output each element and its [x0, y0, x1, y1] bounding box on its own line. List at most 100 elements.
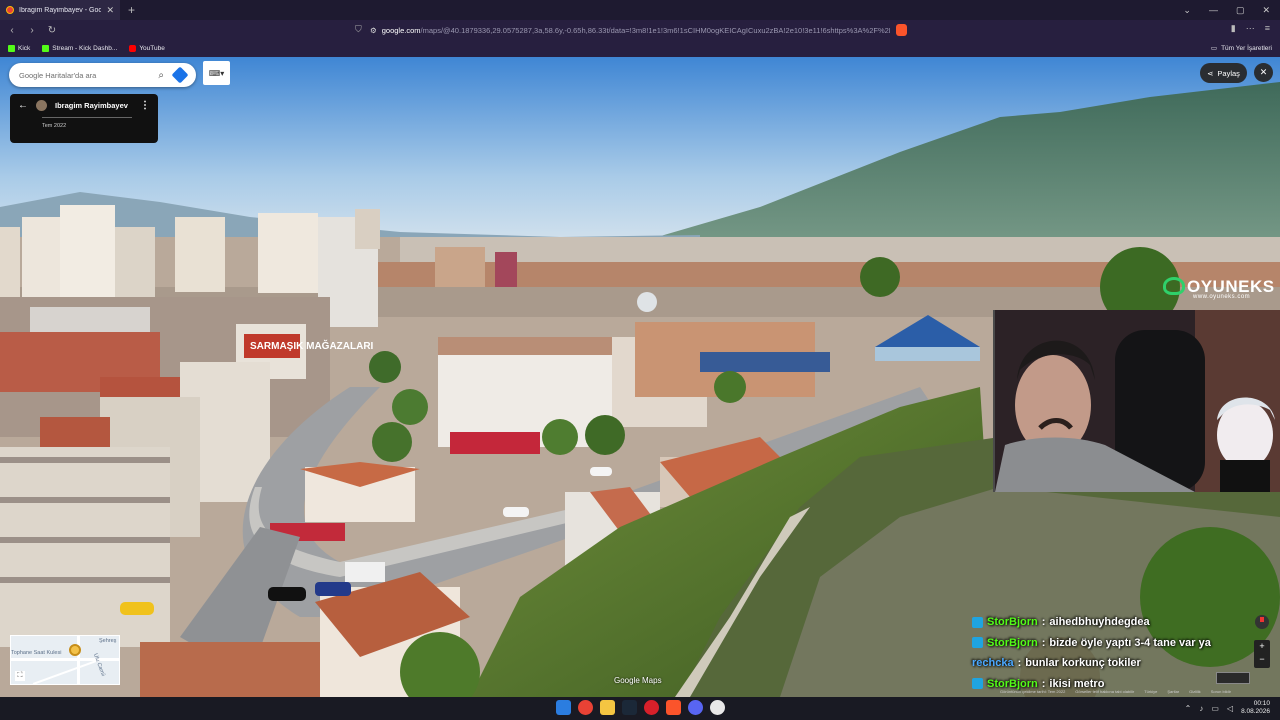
bookmark-label: Kick — [18, 45, 31, 52]
more-options-icon[interactable]: ⋮ — [140, 100, 150, 111]
avatar[interactable] — [36, 100, 47, 111]
bookmark-label: YouTube — [139, 45, 165, 52]
opera-icon[interactable] — [644, 700, 659, 715]
map-road — [11, 658, 119, 661]
tray-chevron-icon[interactable]: ⌃ — [1185, 704, 1192, 713]
clock-time: 00:10 — [1253, 700, 1270, 707]
keyboard-icon: ⌨▾ — [208, 68, 225, 78]
expand-map-icon[interactable]: ⛶ — [15, 671, 25, 681]
sponsor-logo: OYUNEKS www.oyuneks.com — [1163, 277, 1275, 300]
discord-icon[interactable] — [688, 700, 703, 715]
chat-message: StorBjorn : aihedbhuyhdegdea — [972, 612, 1232, 633]
contributor-card: ← Ibragim Rayimbayev ⋮ Tem 2022 — [10, 94, 158, 143]
close-window-icon[interactable]: ✕ — [1262, 5, 1270, 16]
brave-shields-icon[interactable] — [896, 24, 907, 36]
extensions-icon[interactable]: ⋯ — [1246, 23, 1255, 34]
maximize-icon[interactable]: ▢ — [1236, 5, 1245, 16]
contributor-name[interactable]: Ibragim Rayimbayev — [55, 101, 128, 110]
volume-icon[interactable]: ◁ — [1227, 704, 1233, 713]
zoom-out-icon[interactable]: − — [1254, 653, 1270, 666]
chat-message: StorBjorn : ikisi metro — [972, 674, 1232, 695]
system-clock[interactable]: 00:10 8.08.2026 — [1241, 700, 1270, 716]
site-info-icon[interactable]: ⚙ — [370, 26, 377, 35]
compass-icon[interactable] — [1255, 615, 1269, 629]
url-path: /maps/@40.1879336,29.0575287,3a,58.6y,-0… — [420, 25, 890, 35]
chat-message: rechcka : bunlar korkunç tokiler — [972, 657, 1141, 670]
bookmark-stream-dashboard[interactable]: Stream - Kick Dashb... — [42, 45, 117, 52]
search-icon[interactable]: ⌕ — [158, 70, 164, 81]
maps-search-box[interactable]: Google Haritalar'da ara ⌕ — [9, 63, 196, 87]
billboard-text: SARMAŞIK MAĞAZALARI — [250, 339, 374, 352]
bookmark-youtube[interactable]: YouTube — [129, 45, 165, 52]
bookmark-icon[interactable]: ⛉ — [355, 24, 362, 35]
subscriber-badge-icon — [972, 637, 983, 649]
subscriber-badge-icon — [972, 678, 983, 690]
chat-username: StorBjorn — [987, 636, 1038, 649]
minimize-icon[interactable]: — — [1209, 5, 1218, 15]
webcam-overlay — [993, 310, 1280, 492]
directions-icon[interactable] — [171, 66, 189, 84]
chat-text: ikisi metro — [1049, 677, 1105, 690]
close-icon: ✕ — [1259, 67, 1268, 77]
kick-icon — [8, 45, 15, 52]
share-label: Paylaş — [1217, 68, 1240, 78]
window-controls: ⌄ — ▢ ✕ — [1183, 0, 1280, 20]
menu-icon[interactable]: ≡ — [1265, 23, 1270, 34]
youtube-icon — [129, 45, 137, 52]
google-maps-favicon-icon — [6, 6, 14, 14]
back-icon[interactable]: ‹ — [4, 25, 20, 36]
obs-icon[interactable] — [710, 700, 725, 715]
network-icon[interactable]: ▭ — [1211, 704, 1219, 713]
forward-icon[interactable]: › — [24, 25, 40, 36]
chat-text: bunlar korkunç tokiler — [1025, 657, 1141, 670]
zoom-in-icon[interactable]: + — [1254, 640, 1270, 653]
mini-map[interactable]: Şehreş Ulu Camii Tophane Saat Kulesi ⛶ — [10, 635, 120, 685]
bookmark-kick[interactable]: Kick — [8, 45, 30, 52]
zoom-control[interactable]: + − — [1254, 640, 1270, 668]
oyuneks-logo-icon — [1163, 277, 1185, 295]
browser-tab[interactable]: Ibragim Rayimbayev - Google H ✕ — [0, 0, 120, 20]
map-label: Şehreş — [99, 638, 117, 644]
start-icon[interactable] — [556, 700, 571, 715]
chrome-icon[interactable] — [578, 700, 593, 715]
streamer-webcam-image — [995, 310, 1280, 492]
subscriber-badge-icon — [972, 616, 983, 628]
input-tools-button[interactable]: ⌨▾ — [203, 61, 230, 85]
chat-username: StorBjorn — [987, 677, 1038, 690]
brave-icon[interactable] — [666, 700, 681, 715]
chat-username: StorBjorn — [987, 616, 1038, 629]
chat-text: aihedbhuyhdegdea — [1049, 616, 1150, 629]
chat-username: rechcka — [972, 657, 1014, 670]
windows-taskbar: ⌃ ♪ ▭ ◁ 00:10 8.08.2026 — [0, 697, 1280, 720]
stream-chat-overlay: StorBjorn : aihedbhuyhdegdea StorBjorn :… — [972, 612, 1232, 694]
share-button[interactable]: ⋖ Paylaş — [1200, 63, 1247, 83]
map-label: Tophane Saat Kulesi — [11, 650, 62, 656]
clock-date: 8.08.2026 — [1241, 708, 1270, 715]
sidebar-icon[interactable]: ▮ — [1231, 23, 1236, 34]
chat-message: StorBjorn : bizde öyle yaptı 3-4 tane va… — [972, 633, 1232, 654]
map-label: Ulu Camii — [92, 652, 106, 678]
address-bar[interactable]: ⚙ google.com/maps/@40.1879336,29.0575287… — [370, 23, 890, 37]
steam-icon[interactable] — [622, 700, 637, 715]
browser-toolbar: ‹ › ↻ ⛉ ⚙ google.com/maps/@40.1879336,29… — [0, 20, 1280, 40]
divider — [42, 117, 132, 118]
browser-tab-bar: Ibragim Rayimbayev - Google H ✕ + ⌄ — ▢ … — [0, 0, 1280, 20]
search-input[interactable]: Google Haritalar'da ara — [19, 71, 158, 80]
google-maps-watermark: Google Maps — [614, 676, 662, 685]
folder-icon: ▭ — [1210, 45, 1218, 52]
all-bookmarks[interactable]: ▭ Tüm Yer İşaretleri — [1210, 44, 1272, 53]
microphone-icon[interactable]: ♪ — [1199, 704, 1203, 713]
bookmark-label: Stream - Kick Dashb... — [52, 45, 118, 52]
tab-title: Ibragim Rayimbayev - Google H — [19, 6, 102, 14]
reload-icon[interactable]: ↻ — [44, 25, 60, 36]
map-road — [32, 659, 100, 684]
bookmarks-bar: Kick Stream - Kick Dashb... YouTube ▭ Tü… — [0, 40, 1280, 57]
tab-search-icon[interactable]: ⌄ — [1183, 5, 1191, 16]
new-tab-icon[interactable]: + — [128, 3, 135, 17]
back-arrow-icon[interactable]: ← — [18, 100, 28, 111]
close-street-view-button[interactable]: ✕ — [1254, 63, 1273, 82]
url-host: google.com — [381, 25, 421, 35]
file-explorer-icon[interactable] — [600, 700, 615, 715]
close-tab-icon[interactable]: ✕ — [106, 5, 114, 16]
kick-icon — [42, 45, 50, 52]
